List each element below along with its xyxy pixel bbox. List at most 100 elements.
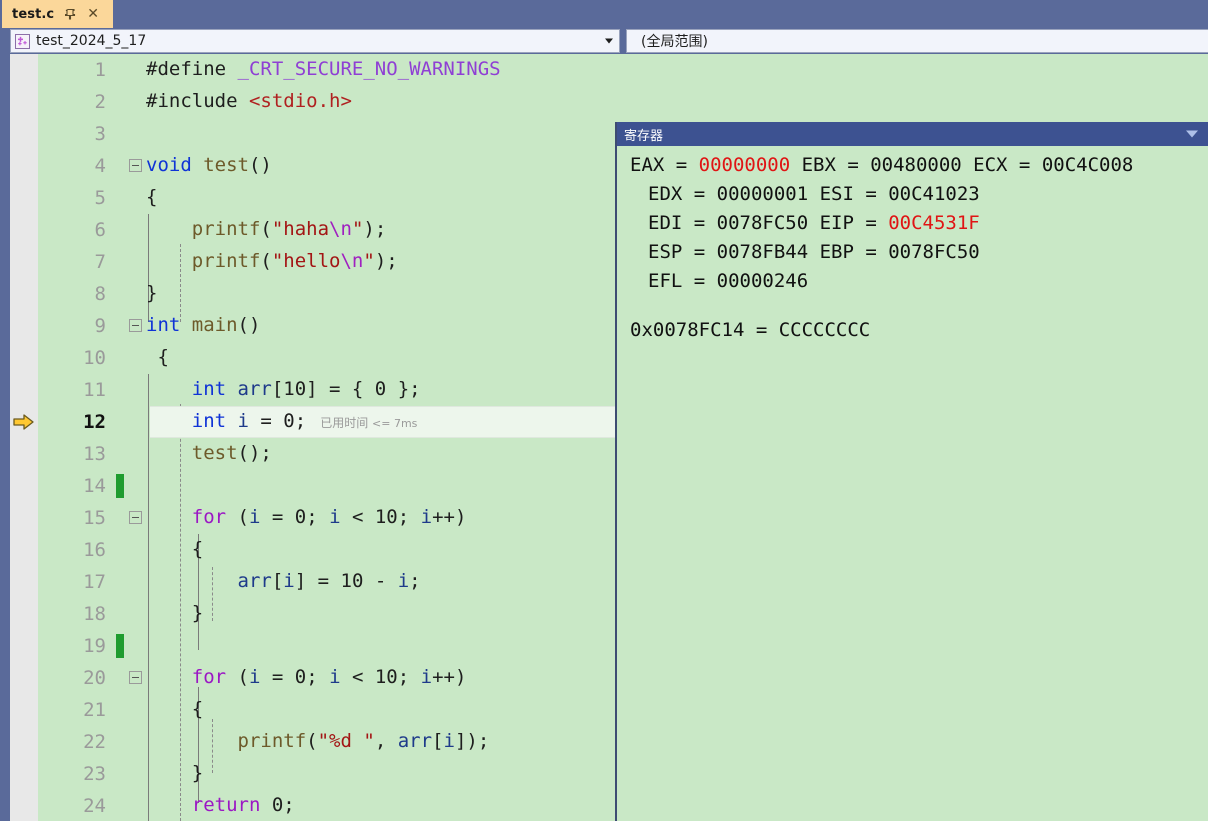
register-row[interactable]: EAX = 00000000 EBX = 00480000 ECX = 00C4… bbox=[617, 151, 1208, 180]
elapsed-time-value: <= 7ms bbox=[372, 417, 418, 430]
project-dropdown[interactable]: test_2024_5_17 bbox=[10, 29, 620, 53]
line-number: 13 bbox=[83, 443, 106, 465]
line-number: 22 bbox=[83, 731, 106, 753]
code-token: } bbox=[146, 602, 204, 624]
code-token: { bbox=[146, 698, 204, 720]
code-token: { bbox=[146, 346, 169, 368]
register-text: EBX = 00480000 ECX = 00C4C008 bbox=[790, 154, 1134, 176]
pin-icon[interactable] bbox=[65, 8, 78, 21]
elapsed-time-annotation: 已用时间 <= 7ms bbox=[320, 416, 417, 430]
line-number: 6 bbox=[94, 219, 106, 241]
code-token: [ bbox=[271, 570, 284, 592]
code-line[interactable]: 2 #include <stdio.h> bbox=[0, 86, 1208, 118]
unsaved-change-marker bbox=[116, 474, 124, 498]
code-token: return bbox=[191, 794, 261, 816]
code-line[interactable]: 1 #define _CRT_SECURE_NO_WARNINGS bbox=[0, 54, 1208, 86]
line-number: 1 bbox=[94, 59, 106, 81]
registers-title: 寄存器 bbox=[624, 128, 664, 144]
project-name: test_2024_5_17 bbox=[36, 33, 147, 49]
register-value-changed: 00000000 bbox=[698, 154, 791, 176]
code-token: for bbox=[191, 506, 227, 528]
tab-label: test.c bbox=[12, 6, 55, 22]
code-token: [ bbox=[432, 730, 444, 752]
code-token: { bbox=[146, 186, 158, 208]
register-row[interactable]: EDI = 0078FC50 EIP = 00C4531F bbox=[617, 209, 1208, 238]
line-number: 11 bbox=[83, 379, 106, 401]
register-text: EAX = bbox=[630, 154, 699, 176]
code-token: \n bbox=[340, 250, 364, 272]
code-token: = 0; bbox=[248, 410, 307, 432]
code-text: int arr[10] = { 0 }; bbox=[146, 378, 421, 400]
register-row[interactable]: ESP = 0078FB44 EBP = 0078FC50 bbox=[617, 238, 1208, 267]
collapse-outlining-toggle[interactable] bbox=[129, 671, 142, 684]
close-icon[interactable]: ✕ bbox=[87, 7, 99, 21]
line-number: 17 bbox=[83, 571, 106, 593]
code-token: printf bbox=[146, 250, 261, 272]
code-text: } bbox=[146, 602, 203, 624]
line-number: 16 bbox=[83, 539, 106, 561]
code-text: test(); bbox=[146, 442, 272, 464]
chevron-down-icon[interactable] bbox=[605, 38, 613, 44]
code-text: arr[i] = 10 - i; bbox=[146, 570, 421, 592]
code-text: return 0; bbox=[146, 794, 295, 816]
collapse-outlining-toggle[interactable] bbox=[129, 319, 142, 332]
code-token: { bbox=[146, 538, 204, 560]
line-number: 24 bbox=[83, 795, 106, 817]
register-row[interactable]: EDX = 00000001 ESI = 00C41023 bbox=[617, 180, 1208, 209]
code-token: printf bbox=[146, 730, 307, 752]
registers-panel: 寄存器 EAX = 00000000 EBX = 00480000 ECX = … bbox=[615, 122, 1208, 821]
code-token: ++) bbox=[432, 506, 467, 528]
code-text: { bbox=[146, 186, 157, 208]
code-token: < 10; bbox=[340, 666, 421, 688]
code-token: _CRT_SECURE_NO_WARNINGS bbox=[237, 58, 501, 80]
scope-label: (全局范围) bbox=[641, 34, 708, 50]
code-token: i bbox=[248, 666, 261, 688]
code-text: } bbox=[146, 282, 157, 304]
navigation-bar: test_2024_5_17 (全局范围) bbox=[0, 28, 1208, 54]
collapse-outlining-toggle[interactable] bbox=[129, 159, 142, 172]
code-token: arr bbox=[237, 570, 272, 592]
code-token: int bbox=[146, 314, 192, 336]
line-number: 2 bbox=[94, 91, 106, 113]
line-number: 9 bbox=[94, 315, 106, 337]
registers-content[interactable]: EAX = 00000000 EBX = 00480000 ECX = 00C4… bbox=[617, 146, 1208, 341]
cpp-project-icon bbox=[15, 33, 30, 49]
code-token: " bbox=[363, 250, 375, 272]
scope-dropdown[interactable]: (全局范围) bbox=[626, 29, 1208, 53]
code-token: printf bbox=[146, 218, 261, 240]
memory-watch-row[interactable]: 0x0078FC14 = CCCCCCCC bbox=[617, 319, 1208, 341]
code-token: ); bbox=[374, 250, 398, 272]
code-token: "%d " bbox=[317, 730, 375, 752]
line-number: 20 bbox=[83, 667, 106, 689]
tab-test-c[interactable]: test.c ✕ bbox=[2, 0, 113, 28]
collapse-outlining-toggle[interactable] bbox=[129, 511, 142, 524]
code-token: , bbox=[374, 730, 398, 752]
line-number: 18 bbox=[83, 603, 106, 625]
code-text: int main() bbox=[146, 314, 260, 336]
code-token: ( bbox=[306, 730, 318, 752]
register-value-changed: 00C4531F bbox=[888, 212, 980, 234]
line-number: 14 bbox=[83, 475, 106, 497]
code-text: #include <stdio.h> bbox=[146, 90, 352, 112]
line-number: 3 bbox=[94, 123, 106, 145]
code-token: test bbox=[191, 442, 238, 464]
code-token: < 10; bbox=[340, 506, 421, 528]
visual-studio-window: test.c ✕ test_2024_5_17 (全局范围) 1 #define… bbox=[0, 0, 1208, 821]
chevron-down-icon[interactable] bbox=[1186, 130, 1198, 138]
code-token: " bbox=[351, 218, 364, 240]
register-row[interactable]: EFL = 00000246 bbox=[617, 267, 1208, 296]
code-token: ( bbox=[226, 506, 249, 528]
code-token: int bbox=[191, 410, 238, 432]
line-number: 4 bbox=[94, 155, 106, 177]
code-text: for (i = 0; i < 10; i++) bbox=[146, 666, 467, 688]
code-token: i bbox=[420, 666, 433, 688]
registers-title-bar[interactable]: 寄存器 bbox=[617, 122, 1208, 146]
code-text: #define _CRT_SECURE_NO_WARNINGS bbox=[146, 58, 501, 80]
tab-strip: test.c ✕ bbox=[0, 0, 1208, 28]
register-text: ESP = 0078FB44 EBP = 0078FC50 bbox=[648, 241, 980, 263]
